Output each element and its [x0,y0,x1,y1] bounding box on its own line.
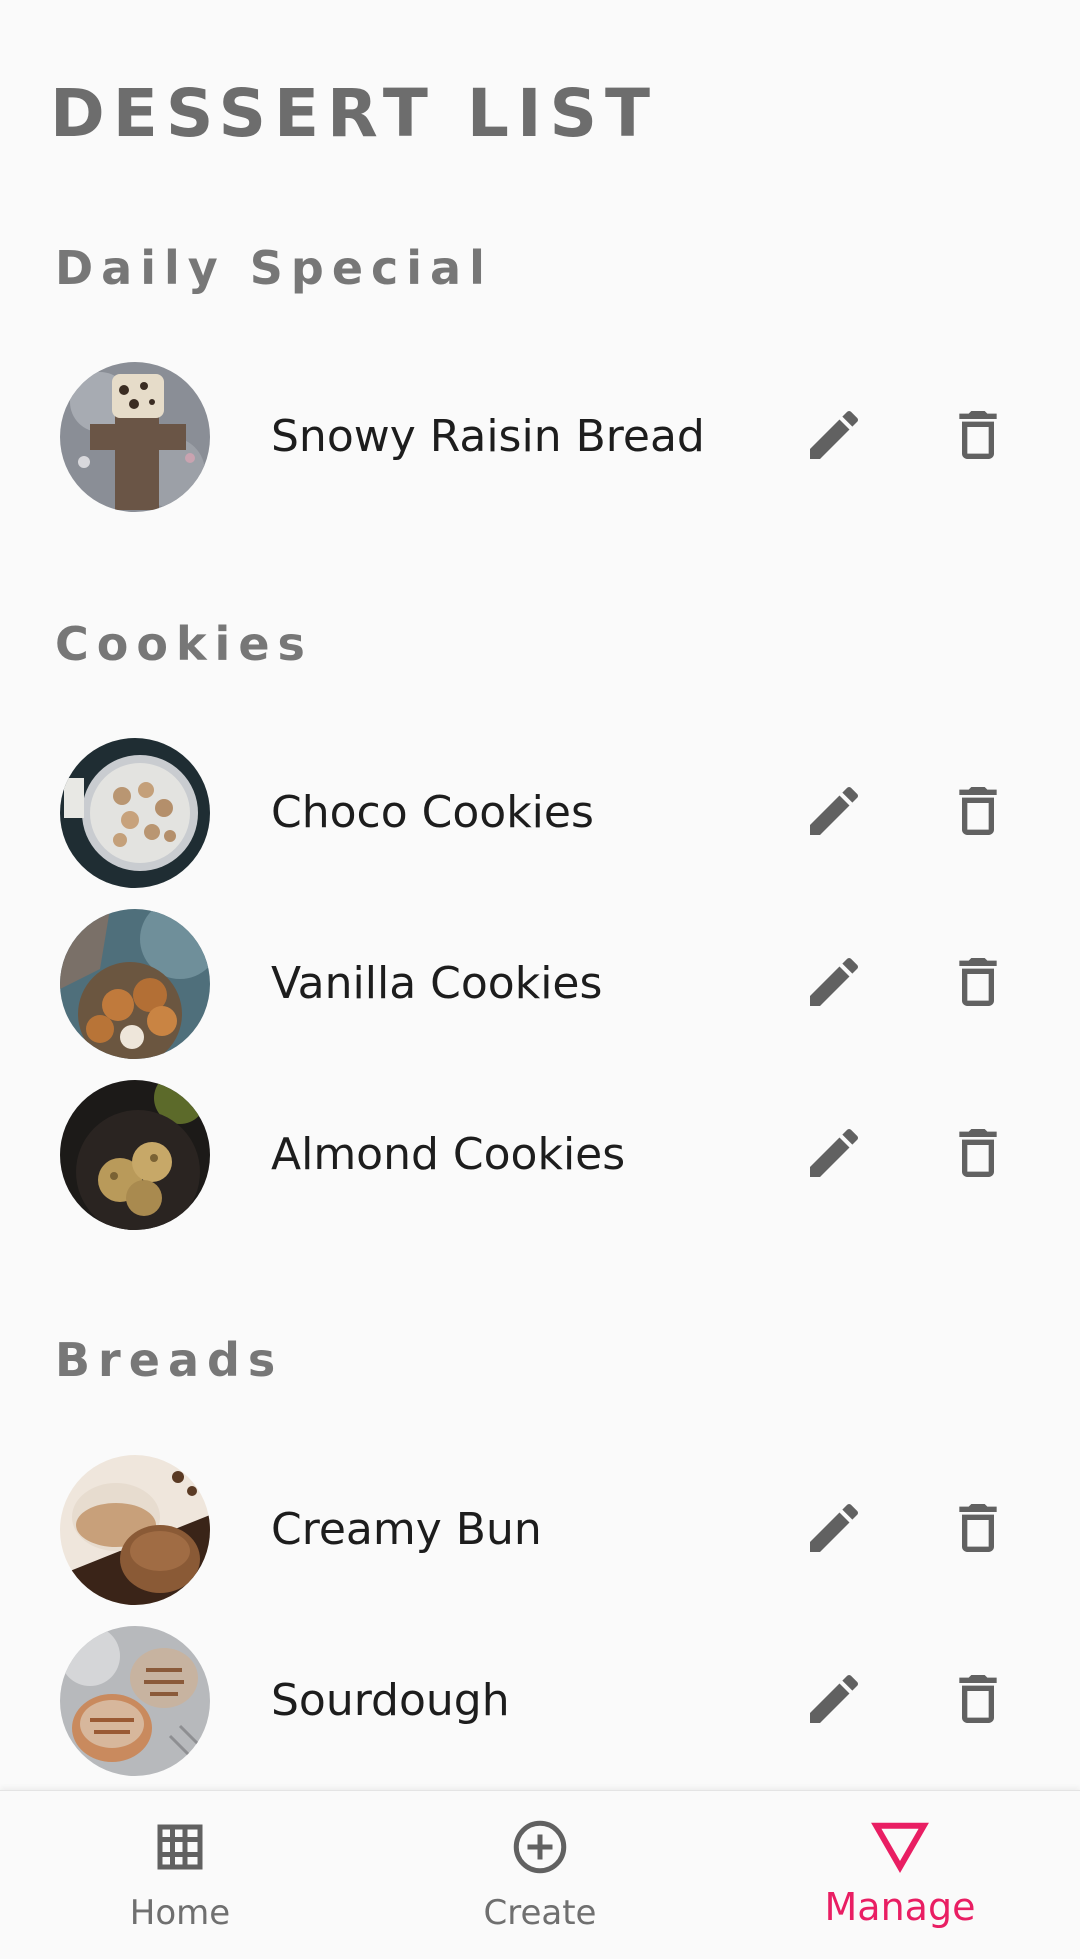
choco-cookies-thumbnail [60,738,210,888]
delete-button[interactable] [928,1649,1028,1749]
add-circle-icon [510,1817,570,1877]
item-name: Sourdough [271,1675,510,1726]
item-name: Almond Cookies [271,1129,626,1180]
grid-icon [150,1817,210,1877]
edit-button[interactable] [784,932,884,1032]
delete-button[interactable] [928,932,1028,1032]
list-item[interactable]: Almond Cookies [0,1075,1080,1235]
pencil-icon [810,1503,859,1552]
trash-icon [959,1504,997,1552]
page-title: DESSERT LIST [50,75,659,152]
pencil-icon [810,1128,859,1177]
raisin-bread-thumbnail [60,362,210,512]
trash-icon [959,1129,997,1177]
delete-button[interactable] [928,1478,1028,1578]
section-title-daily-special: Daily Special [55,241,493,295]
trash-icon [959,1675,997,1723]
sourdough-thumbnail [60,1626,210,1776]
edit-button[interactable] [784,385,884,485]
nav-item-create[interactable]: Create [360,1791,720,1959]
nav-label-home: Home [129,1893,231,1933]
item-name: Creamy Bun [271,1504,542,1555]
edit-button[interactable] [784,1103,884,1203]
delete-button[interactable] [928,385,1028,485]
nav-item-manage[interactable]: Manage [720,1791,1080,1959]
vanilla-cookies-thumbnail [60,909,210,1059]
edit-button[interactable] [784,1649,884,1749]
item-name: Vanilla Cookies [271,958,603,1009]
trash-icon [959,787,997,835]
pencil-icon [810,957,859,1006]
item-name: Snowy Raisin Bread [271,411,705,462]
pencil-icon [810,1674,859,1723]
nav-item-home[interactable]: Home [0,1791,360,1959]
trash-icon [959,958,997,1006]
nav-label-manage: Manage [824,1885,976,1929]
delete-button[interactable] [928,761,1028,861]
delete-button[interactable] [928,1103,1028,1203]
list-item[interactable]: Creamy Bun [0,1450,1080,1610]
nav-label-create: Create [483,1893,597,1933]
list-item[interactable]: Snowy Raisin Bread [0,357,1080,517]
list-item[interactable]: Choco Cookies [0,733,1080,893]
creamy-bun-thumbnail [60,1455,210,1605]
triangle-down-icon [870,1817,930,1877]
section-title-cookies: Cookies [55,617,313,671]
item-name: Choco Cookies [271,787,594,838]
edit-button[interactable] [784,1478,884,1578]
pencil-icon [810,786,859,835]
pencil-icon [810,410,859,459]
section-title-breads: Breads [55,1333,284,1387]
list-item[interactable]: Sourdough [0,1621,1080,1781]
trash-icon [959,411,997,459]
bottom-navigation: Home Create Manage [0,1790,1080,1959]
almond-cookies-thumbnail [60,1080,210,1230]
edit-button[interactable] [784,761,884,861]
list-item[interactable]: Vanilla Cookies [0,904,1080,1064]
